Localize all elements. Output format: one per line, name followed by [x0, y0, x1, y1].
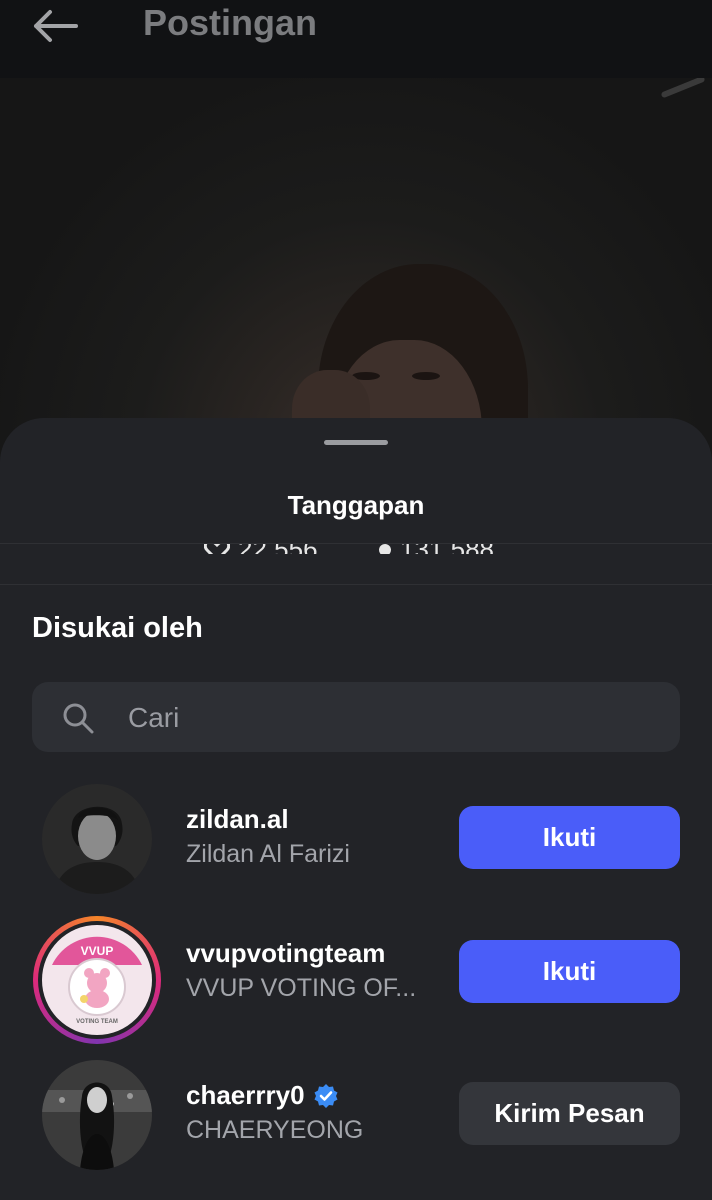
username[interactable]: chaerrry0 — [186, 1080, 339, 1111]
background-lamp — [660, 78, 706, 99]
story-ring-avatar[interactable]: VVUP VOTING TEAM — [33, 916, 161, 1044]
send-message-button[interactable]: Kirim Pesan — [459, 1082, 680, 1145]
avatar-logo-text: VVUP — [81, 944, 114, 958]
back-arrow-icon — [34, 10, 78, 42]
username[interactable]: vvupvotingteam — [186, 938, 385, 969]
avatar[interactable] — [42, 784, 152, 894]
avatar[interactable] — [42, 1060, 152, 1170]
stats-divider — [0, 584, 712, 585]
username-text: vvupvotingteam — [186, 938, 386, 968]
full-name: Zildan Al Farizi — [186, 840, 350, 868]
full-name: CHAERYEONG — [186, 1116, 364, 1144]
sheet-header-divider — [0, 543, 712, 544]
liker-row[interactable]: zildan.al Zildan Al Farizi Ikuti — [0, 784, 712, 896]
top-bar: Postingan — [0, 0, 712, 78]
search-icon — [63, 703, 94, 734]
avatar: VVUP VOTING TEAM — [42, 925, 152, 1035]
sheet-header: Tanggapan — [0, 418, 712, 544]
responses-sheet: 22.556 131.588 Tanggapan Disukai oleh Ca… — [0, 418, 712, 1200]
eye-icon — [379, 543, 391, 554]
liker-row[interactable]: VVUP VOTING TEAM vvupvotingteam VVUP VOT… — [0, 916, 712, 1044]
username-text: chaerrry0 — [186, 1080, 305, 1110]
sheet-title: Tanggapan — [287, 490, 425, 520]
avatar-logo-subtext: VOTING TEAM — [76, 1019, 118, 1025]
verified-badge-icon — [314, 1083, 338, 1108]
drag-handle-bar — [324, 440, 388, 445]
follow-button[interactable]: Ikuti — [459, 940, 680, 1003]
photo-eye-right — [412, 372, 440, 380]
search-input[interactable] — [126, 682, 650, 754]
post-image — [0, 78, 712, 458]
page-title: Postingan — [143, 2, 318, 43]
follow-button[interactable]: Ikuti — [459, 806, 680, 869]
liked-by-label: Disukai oleh — [32, 612, 203, 644]
search-box[interactable] — [32, 682, 680, 754]
liker-row[interactable]: chaerrry0 CHAERYEONG Kirim Pesan — [0, 1060, 712, 1172]
username[interactable]: zildan.al — [186, 804, 289, 835]
full-name: VVUP VOTING OF... — [186, 974, 417, 1002]
back-button[interactable] — [28, 6, 84, 46]
username-text: zildan.al — [186, 804, 289, 834]
